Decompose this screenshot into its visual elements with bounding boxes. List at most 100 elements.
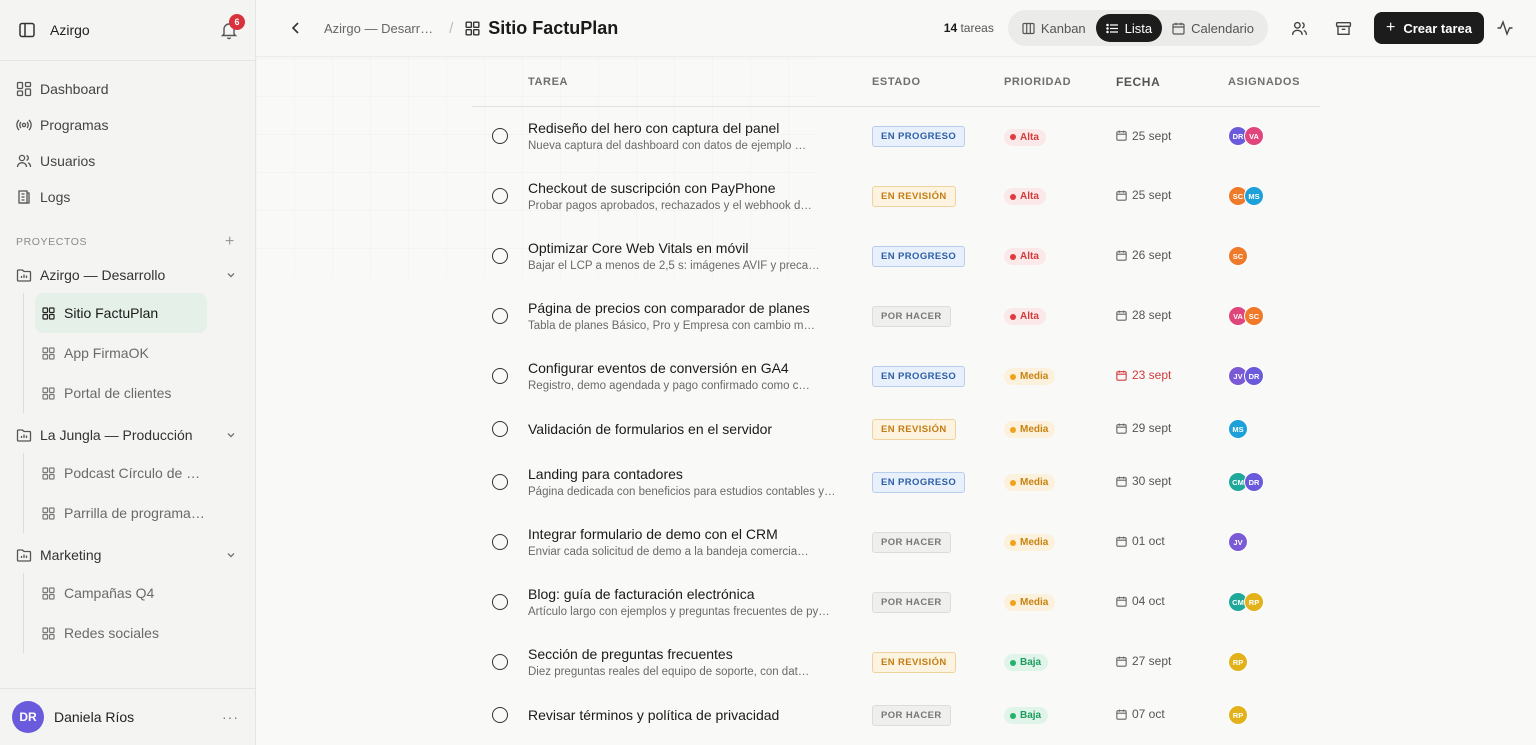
task-complete-checkbox[interactable] [492,308,508,324]
priority-badge[interactable]: Alta [1004,128,1046,146]
table-row[interactable]: Rediseño del hero con captura del panel N… [472,106,1320,166]
create-task-button[interactable]: + Crear tarea [1374,12,1484,44]
task-complete-checkbox[interactable] [492,654,508,670]
view-calendar-button[interactable]: Calendario [1162,14,1264,42]
task-cell[interactable]: Configurar eventos de conversión en GA4 R… [528,346,872,406]
activity-icon[interactable] [1496,19,1514,37]
task-cell[interactable]: Blog: guía de facturación electrónica Art… [528,572,872,632]
assignee-avatar[interactable]: DR [1244,366,1264,386]
sidebar-toggle-icon[interactable] [18,21,36,39]
due-date[interactable]: 01 oct [1116,534,1165,548]
project-group-azirgo[interactable]: Azirgo — Desarrollo [0,257,255,293]
assignee-avatar[interactable]: RP [1228,652,1248,672]
task-cell[interactable]: Checkout de suscripción con PayPhone Prob… [528,166,872,226]
task-title[interactable]: Blog: guía de facturación electrónica [528,586,858,602]
project-redes-sociales[interactable]: Redes sociales [35,613,207,653]
task-complete-checkbox[interactable] [492,368,508,384]
assignee-avatar[interactable]: SC [1228,246,1248,266]
task-title[interactable]: Sección de preguntas frecuentes [528,646,858,662]
task-complete-checkbox[interactable] [492,248,508,264]
table-row[interactable]: Sección de preguntas frecuentes Diez preg… [472,632,1320,692]
priority-badge[interactable]: Media [1004,368,1056,386]
task-title[interactable]: Configurar eventos de conversión en GA4 [528,360,858,376]
project-portal-clientes[interactable]: Portal de clientes [35,373,207,413]
table-row[interactable]: Configurar eventos de conversión en GA4 R… [472,346,1320,406]
chevron-down-icon[interactable] [225,429,237,441]
priority-badge[interactable]: Alta [1004,308,1046,326]
status-badge[interactable]: EN PROGRESO [872,125,966,147]
table-row[interactable]: Blog: guía de facturación electrónica Art… [472,572,1320,632]
task-title[interactable]: Landing para contadores [528,466,858,482]
due-date[interactable]: 04 oct [1116,594,1165,608]
table-row[interactable]: Integrar formulario de demo con el CRM En… [472,512,1320,572]
workspace-name[interactable]: Azirgo [50,22,90,38]
status-badge[interactable]: EN PROGRESO [872,471,966,493]
task-complete-checkbox[interactable] [492,594,508,610]
status-badge[interactable]: POR HACER [872,305,951,327]
task-complete-checkbox[interactable] [492,421,508,437]
project-group-la-jungla[interactable]: La Jungla — Producción [0,417,255,453]
task-cell[interactable]: Optimizar Core Web Vitals en móvil Bajar … [528,226,872,286]
view-list-button[interactable]: Lista [1095,14,1163,42]
header-date[interactable]: FECHA [1116,58,1228,107]
status-badge[interactable]: EN REVISIÓN [872,418,956,440]
task-complete-checkbox[interactable] [492,188,508,204]
status-badge[interactable]: POR HACER [872,531,951,553]
nav-item-dashboard[interactable]: Dashboard [0,71,255,107]
status-badge[interactable]: EN REVISIÓN [872,651,956,673]
header-state[interactable]: ESTADO [872,58,1004,107]
task-cell[interactable]: Página de precios con comparador de plan… [528,286,872,346]
priority-badge[interactable]: Alta [1004,188,1046,206]
header-priority[interactable]: PRIORIDAD [1004,58,1116,107]
task-cell[interactable]: Landing para contadores Página dedicada c… [528,452,872,512]
task-cell[interactable]: Sección de preguntas frecuentes Diez preg… [528,632,872,692]
task-title[interactable]: Checkout de suscripción con PayPhone [528,180,858,196]
chevron-down-icon[interactable] [225,269,237,281]
due-date[interactable]: 25 sept [1116,188,1171,202]
due-date[interactable]: 26 sept [1116,248,1171,262]
table-row[interactable]: Checkout de suscripción con PayPhone Prob… [472,166,1320,226]
project-sitio-factuplan[interactable]: Sitio FactuPlan [35,293,207,333]
task-title[interactable]: Optimizar Core Web Vitals en móvil [528,240,858,256]
task-title[interactable]: Validación de formularios en el servidor [528,421,858,437]
due-date[interactable]: 07 oct [1116,707,1165,721]
view-kanban-button[interactable]: Kanban [1012,14,1096,42]
assignee-avatar[interactable]: RP [1244,592,1264,612]
more-options-icon[interactable]: ··· [222,709,239,725]
priority-badge[interactable]: Baja [1004,654,1049,672]
due-date[interactable]: 23 sept [1116,368,1171,382]
assignee-avatar[interactable]: MS [1244,186,1264,206]
members-icon[interactable] [1282,11,1316,45]
status-badge[interactable]: POR HACER [872,591,951,613]
due-date[interactable]: 28 sept [1116,308,1171,322]
table-row[interactable]: Revisar términos y política de privacida… [472,692,1320,738]
due-date[interactable]: 30 sept [1116,474,1171,488]
chevron-down-icon[interactable] [225,549,237,561]
header-task[interactable]: TAREA [528,58,872,107]
nav-item-programas[interactable]: Programas [0,107,255,143]
task-cell[interactable]: Validación de formularios en el servidor [528,406,872,452]
archive-icon[interactable] [1326,11,1360,45]
table-row[interactable]: Landing para contadores Página dedicada c… [472,452,1320,512]
back-arrow-icon[interactable] [288,20,304,36]
task-complete-checkbox[interactable] [492,128,508,145]
table-row[interactable]: Página de precios con comparador de plan… [472,286,1320,346]
task-complete-checkbox[interactable] [492,707,508,723]
priority-badge[interactable]: Media [1004,534,1056,552]
table-row[interactable]: Validación de formularios en el servidor… [472,406,1320,452]
priority-badge[interactable]: Media [1004,474,1056,492]
task-title[interactable]: Página de precios con comparador de plan… [528,300,858,316]
due-date[interactable]: 29 sept [1116,421,1171,435]
nav-item-logs[interactable]: Logs [0,179,255,215]
task-cell[interactable]: Rediseño del hero con captura del panel N… [528,106,872,166]
assignee-avatar[interactable]: VA [1244,126,1264,147]
task-title[interactable]: Revisar términos y política de privacida… [528,707,858,723]
status-badge[interactable]: EN PROGRESO [872,365,966,387]
breadcrumb[interactable]: Azirgo — Desarr… [324,21,433,36]
project-campanas-q4[interactable]: Campañas Q4 [35,573,207,613]
add-project-icon[interactable]: + [225,233,235,251]
status-badge[interactable]: EN PROGRESO [872,245,966,267]
user-footer[interactable]: DR Daniela Ríos ··· [0,688,255,745]
assignee-avatar[interactable]: SC [1244,306,1264,326]
status-badge[interactable]: POR HACER [872,704,951,726]
